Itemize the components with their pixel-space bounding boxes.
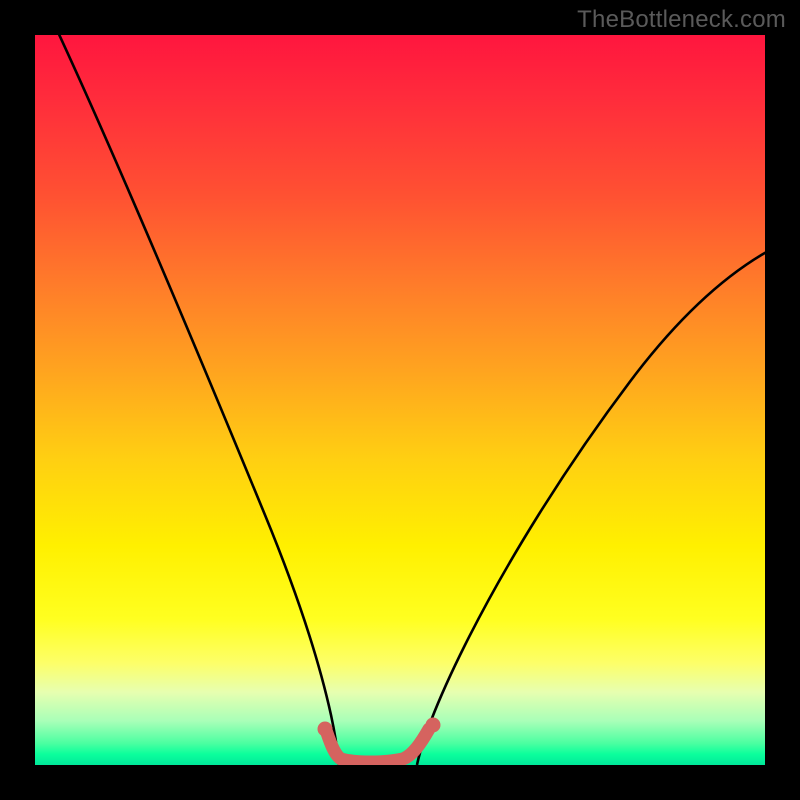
chart-frame: TheBottleneck.com	[0, 0, 800, 800]
right-curve	[417, 250, 765, 765]
pink-end-dot-right	[426, 718, 441, 733]
plot-area	[35, 35, 765, 765]
bottom-pink-segment	[327, 729, 429, 762]
left-curve	[57, 35, 339, 765]
curve-layer	[35, 35, 765, 765]
pink-end-dot-left	[318, 722, 333, 737]
watermark-text: TheBottleneck.com	[577, 6, 786, 34]
